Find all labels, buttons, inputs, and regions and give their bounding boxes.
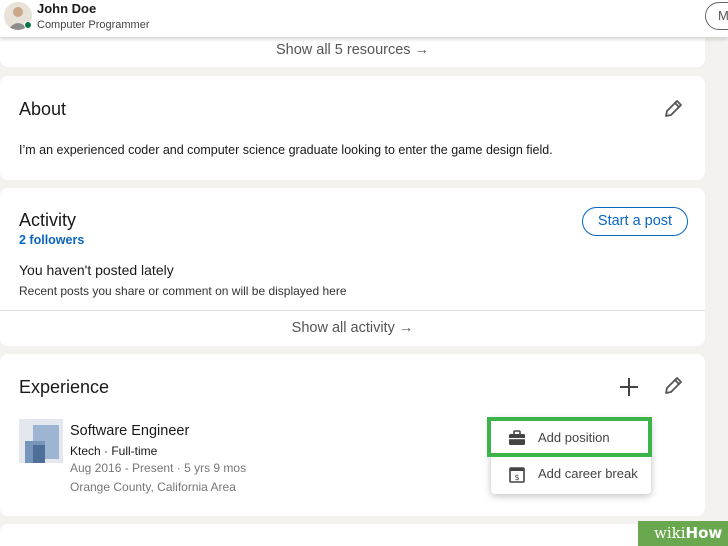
show-all-resources-link[interactable]: Show all 5 resources → (0, 42, 705, 58)
svg-text:$: $ (514, 473, 519, 482)
experience-company: Ktech · Full-time (70, 444, 158, 458)
about-text: I’m an experienced coder and computer sc… (19, 143, 553, 157)
activity-title: Activity (19, 210, 77, 230)
experience-location: Orange County, California Area (70, 480, 236, 494)
experience-dates: Aug 2016 - Present · 5 yrs 9 mos (70, 461, 247, 475)
next-section-card (0, 524, 705, 546)
profile-name: John Doe (37, 1, 97, 16)
experience-role[interactable]: Software Engineer (70, 423, 189, 439)
show-all-activity-link[interactable]: Show all activity → (0, 320, 705, 336)
arrow-right-icon: → (414, 42, 430, 58)
pencil-icon[interactable] (662, 375, 684, 397)
highlight-box (487, 417, 652, 457)
activity-empty-text: Recent posts you share or comment on wil… (19, 284, 347, 298)
about-title: About (19, 99, 67, 119)
wikihow-watermark: wikiHow (638, 521, 728, 546)
online-status-icon (24, 21, 32, 29)
company-logo-icon[interactable] (19, 419, 63, 463)
watermark-how: How (685, 524, 723, 542)
add-career-break-label: Add career break (538, 466, 638, 481)
pencil-icon[interactable] (662, 98, 684, 120)
profile-headline: Computer Programmer (37, 19, 150, 31)
experience-title: Experience (19, 377, 110, 397)
add-career-break-menu-item[interactable]: $ Add career break (491, 456, 651, 492)
calendar-icon: $ (509, 467, 525, 483)
arrow-right-icon: → (398, 320, 414, 336)
show-all-activity-label: Show all activity (291, 320, 395, 336)
activity-empty-title: You haven't posted lately (19, 262, 174, 278)
followers-link[interactable]: 2 followers (19, 233, 84, 247)
about-card (0, 76, 705, 180)
plus-icon[interactable] (618, 376, 640, 398)
show-all-resources-label: Show all 5 resources (275, 42, 411, 58)
profile-sticky-header: John Doe Computer Programmer M (0, 0, 728, 38)
watermark-wiki: wiki (654, 524, 686, 542)
start-a-post-button[interactable]: Start a post (582, 207, 688, 236)
more-button[interactable]: M (705, 2, 728, 30)
divider (0, 310, 705, 311)
